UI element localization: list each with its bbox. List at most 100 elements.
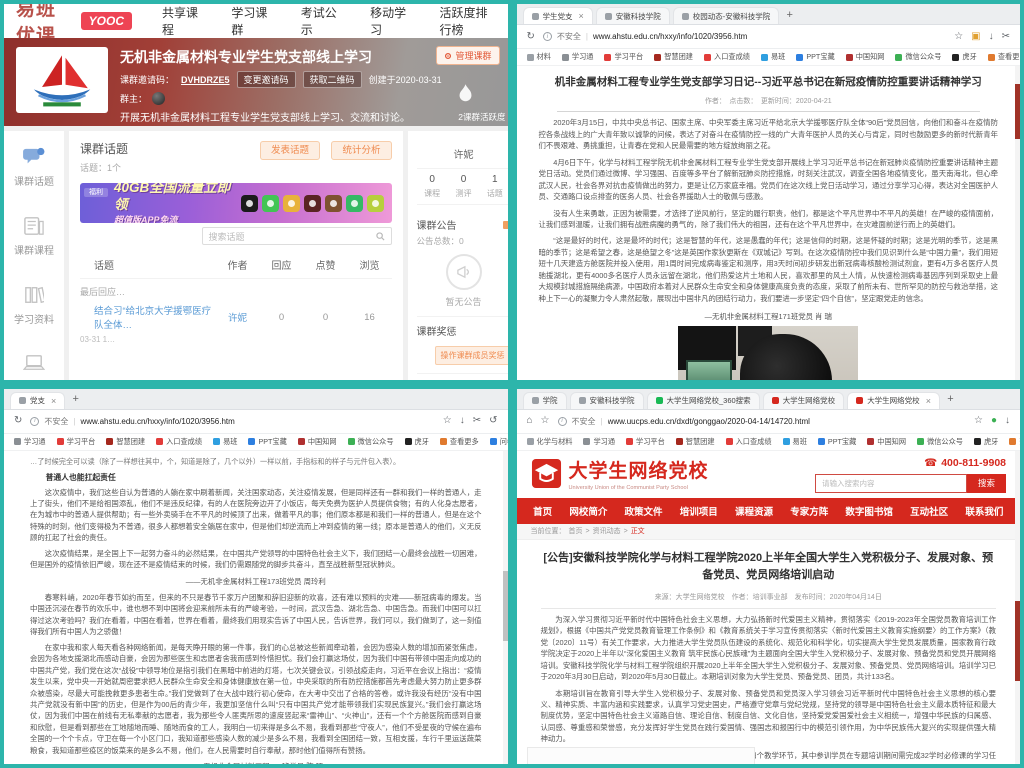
post-topic-button[interactable]: 发表话题 xyxy=(260,141,320,160)
bookmark-item[interactable]: PPT宝藏 xyxy=(248,437,286,447)
refresh-icon[interactable]: ↻ xyxy=(14,416,22,426)
info-icon[interactable]: i xyxy=(558,417,567,426)
bookmark-item[interactable]: 学习平台 xyxy=(57,437,96,447)
bookmark-item[interactable]: 易班 xyxy=(213,437,237,447)
refresh-icon[interactable]: ↻ xyxy=(527,32,535,42)
site-search-button[interactable]: 搜索 xyxy=(967,474,1006,493)
yooc-nav-item[interactable]: 学习课群 xyxy=(231,4,268,38)
scissors-icon[interactable]: ✂ xyxy=(473,416,481,426)
edit-notice-icon[interactable] xyxy=(503,221,508,229)
bookmark-item[interactable]: 易班 xyxy=(783,437,807,447)
download-icon[interactable]: ↓ xyxy=(460,416,465,426)
bookmark-item[interactable]: 虎牙 xyxy=(405,437,429,447)
sort-label[interactable]: 最后回应… xyxy=(80,285,392,298)
browser-tab[interactable]: 安徽科技学院 × xyxy=(596,7,670,24)
new-tab-button[interactable]: + xyxy=(943,392,958,407)
bookmark-item[interactable]: 中国知网 xyxy=(867,437,906,447)
scrollbar[interactable] xyxy=(1015,451,1020,765)
bookmark-item[interactable]: 学习通 xyxy=(14,437,46,447)
bookmark-item[interactable]: 智慧团建 xyxy=(106,437,145,447)
tab-close-icon[interactable]: × xyxy=(579,11,584,21)
new-tab-button[interactable]: + xyxy=(782,7,797,22)
extension-icon[interactable]: ▣ xyxy=(971,32,980,42)
bookmark-star-icon[interactable]: ☆ xyxy=(443,416,452,426)
extension-icon[interactable]: ● xyxy=(991,416,997,426)
invite-code[interactable]: DVHDRZE5 xyxy=(181,75,230,85)
bookmark-item[interactable]: 查看更多 xyxy=(988,52,1020,62)
site-nav-item[interactable]: 政策文件 xyxy=(625,504,663,518)
scissors-icon[interactable]: ✂ xyxy=(1002,32,1010,42)
bookmark-item[interactable]: 入口查成绩 xyxy=(704,52,750,62)
site-nav-item[interactable]: 数字图书馆 xyxy=(845,504,893,518)
bookmark-item[interactable]: 学习通 xyxy=(562,52,594,62)
get-qr-button[interactable]: 获取二维码 xyxy=(303,71,362,88)
scrollbar[interactable] xyxy=(1015,66,1020,380)
site-search-input[interactable]: 请输入搜索内容 xyxy=(815,474,967,493)
bookmark-item[interactable]: 查看更多 xyxy=(440,437,479,447)
info-icon[interactable]: i xyxy=(30,417,39,426)
bookmark-item[interactable]: 学习平台 xyxy=(604,52,643,62)
bookmark-item[interactable]: 虎牙 xyxy=(974,437,998,447)
owner-avatar[interactable] xyxy=(152,92,165,105)
browser-tab[interactable]: 大学生网络党校 × xyxy=(847,392,940,409)
breadcrumb-section[interactable]: 资讯动态 xyxy=(593,526,621,536)
bookmark-item[interactable]: 虎牙 xyxy=(952,52,976,62)
yooc-nav-item[interactable]: 共享课程 xyxy=(162,4,199,38)
ad-banner[interactable]: 福利 40GB全国流量立即领 超值版APP免流 xyxy=(80,183,392,223)
bookmark-star-icon[interactable]: ☆ xyxy=(954,32,963,42)
yooc-nav-item[interactable]: 活跃度排行榜 xyxy=(439,4,495,38)
site-nav-item[interactable]: 专家方阵 xyxy=(790,504,828,518)
sidebar-item-topics[interactable]: 课群话题 xyxy=(14,147,54,188)
site-nav-item[interactable]: 培训项目 xyxy=(680,504,718,518)
breadcrumb-home[interactable]: 首页 xyxy=(569,526,583,536)
star-icon[interactable]: ☆ xyxy=(541,416,550,426)
bookmark-item[interactable]: 学习通 xyxy=(583,437,615,447)
site-nav-item[interactable]: 互动社区 xyxy=(910,504,948,518)
bookmark-item[interactable]: 微信公众号 xyxy=(895,52,941,62)
new-tab-button[interactable]: + xyxy=(68,392,83,407)
browser-tab[interactable]: 校园动态-安徽科技学院 × xyxy=(673,7,780,24)
bookmark-item[interactable]: 微信公众号 xyxy=(348,437,394,447)
topic-row[interactable]: 结合习“给北京大学援鄂医疗队全体… 许妮 0 0 16 xyxy=(80,303,392,331)
bookmark-item[interactable]: 微信公众号 xyxy=(917,437,963,447)
bookmark-item[interactable]: 查看更多 xyxy=(1009,437,1020,447)
info-icon[interactable]: i xyxy=(543,32,552,41)
bookmark-item[interactable]: 智慧团建 xyxy=(676,437,715,447)
stats-button[interactable]: 统计分析 xyxy=(331,141,391,160)
bookmark-item[interactable]: 入口查成绩 xyxy=(156,437,202,447)
topic-link[interactable]: 结合习“给北京大学援鄂医疗队全体… xyxy=(80,303,216,331)
address-bar[interactable]: i 不安全 | www.ahstu.edu.cn/hxxy/info/1020/… xyxy=(543,31,946,42)
browser-tab[interactable]: 党支 × xyxy=(10,392,65,409)
scrollbar[interactable] xyxy=(503,451,508,765)
address-bar[interactable]: i 不安全 | www.uucps.edu.cn/dxdt/gonggao/20… xyxy=(558,416,966,427)
topic-search-input[interactable]: 搜索话题 xyxy=(202,227,392,245)
site-logo[interactable]: 大学生网络党校 University Union of the Communis… xyxy=(531,456,709,491)
bookmark-item[interactable]: 中国知网 xyxy=(298,437,337,447)
bookmark-item[interactable]: PPT宝藏 xyxy=(818,437,856,447)
browser-tab[interactable]: 大学生网络党校 × xyxy=(763,392,845,409)
sidebar-item-courses[interactable]: 课群课程 xyxy=(14,216,54,257)
address-bar[interactable]: i 不安全 | www.ahstu.edu.cn/hxxy/info/1020/… xyxy=(30,416,434,427)
bookmark-item[interactable]: 易班 xyxy=(761,52,785,62)
manage-rewards-button[interactable]: 操作课群成员奖惩 xyxy=(435,346,508,365)
bookmark-item[interactable]: 化学与材料 xyxy=(527,437,573,447)
yooc-nav-item[interactable]: 移动学习 xyxy=(370,4,407,38)
topic-author[interactable]: 许妮 xyxy=(216,310,260,324)
bookmark-item[interactable]: 智慧团建 xyxy=(654,52,693,62)
sidebar-item-materials[interactable]: 学习资料 xyxy=(14,285,54,326)
home-icon[interactable]: ⌂ xyxy=(527,416,533,426)
bookmark-item[interactable]: 中国知网 xyxy=(846,52,885,62)
bookmark-item[interactable]: 问卷网 xyxy=(490,437,508,447)
tab-close-icon[interactable]: × xyxy=(926,396,931,406)
download-icon[interactable]: ↓ xyxy=(1005,416,1010,426)
browser-tab[interactable]: 学生党支 × xyxy=(523,7,593,24)
change-code-button[interactable]: 变更邀请码 xyxy=(237,71,296,88)
bookmark-item[interactable]: 入口查成绩 xyxy=(726,437,772,447)
download-icon[interactable]: ↓ xyxy=(989,32,994,42)
site-nav-item[interactable]: 联系我们 xyxy=(965,504,1003,518)
site-nav-item[interactable]: 网校简介 xyxy=(569,504,607,518)
tab-close-icon[interactable]: × xyxy=(51,396,56,406)
sidebar-item-exam[interactable]: 在线考试 xyxy=(14,354,54,380)
bookmark-item[interactable]: 学习平台 xyxy=(626,437,665,447)
yooc-nav-item[interactable]: 考试公示 xyxy=(301,4,338,38)
